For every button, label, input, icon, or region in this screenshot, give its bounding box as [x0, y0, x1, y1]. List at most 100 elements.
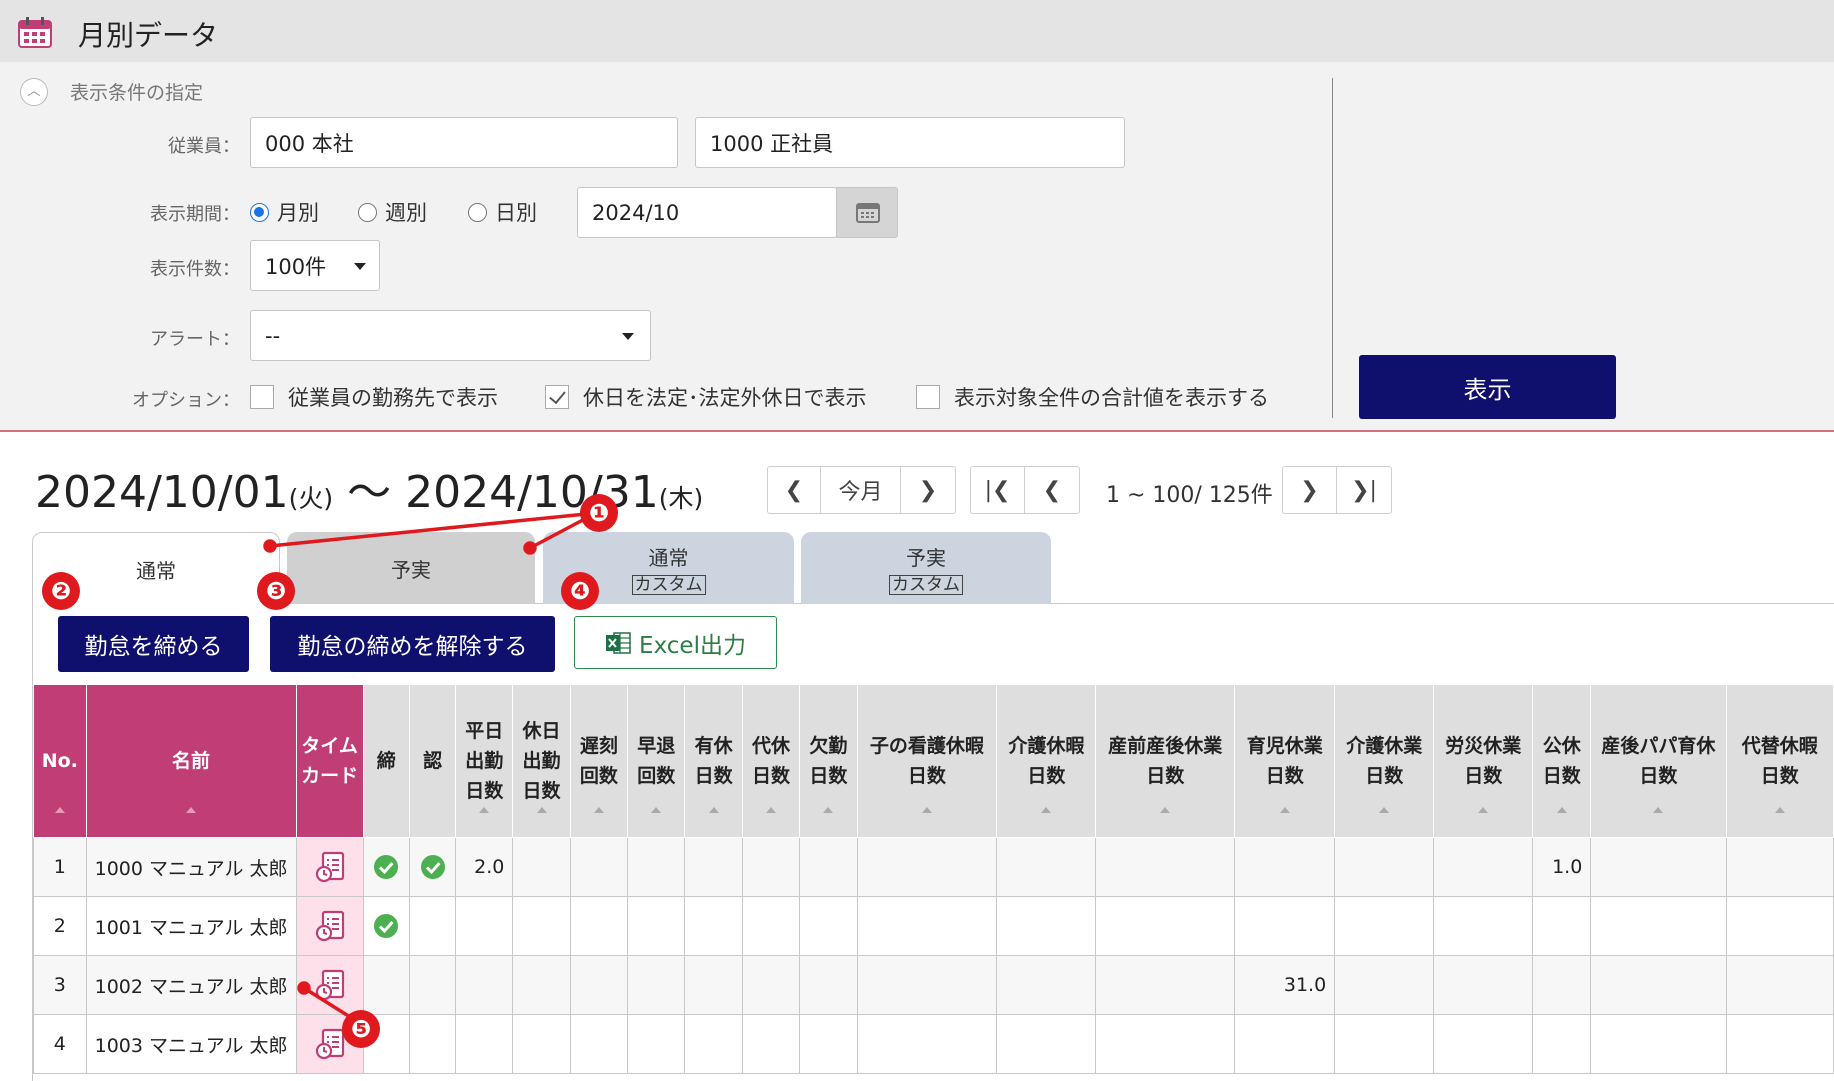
column-header[interactable]: 有休 日数	[684, 684, 743, 838]
column-header[interactable]: 公休 日数	[1532, 684, 1592, 838]
prev-page-button[interactable]: ❮	[1025, 467, 1079, 513]
column-header[interactable]: 名前	[85, 684, 297, 838]
timecard-icon	[315, 851, 344, 883]
sort-icon	[708, 807, 719, 813]
period-radio-weekly[interactable]: 週別	[358, 197, 427, 227]
check-circle-icon	[374, 914, 399, 938]
column-header[interactable]: 休日 出勤 日数	[512, 684, 571, 838]
chevron-left-icon: ❮	[1042, 477, 1062, 503]
column-header[interactable]: 産後パパ育休 日数	[1590, 684, 1727, 838]
data-cell	[856, 837, 998, 897]
column-header[interactable]: 介護休業 日数	[1334, 684, 1435, 838]
sort-icon	[479, 807, 490, 813]
chevron-down-icon	[622, 333, 634, 340]
next-month-button[interactable]: ❯	[901, 467, 955, 513]
timecard-cell[interactable]	[295, 896, 364, 956]
row-number: 2	[33, 896, 87, 956]
sort-icon	[186, 807, 197, 813]
collapse-toggle-icon[interactable]: ︿	[20, 78, 48, 106]
close-attendance-button[interactable]: 勤怠を締める	[58, 616, 249, 672]
column-header[interactable]: 締	[362, 684, 410, 838]
month-pager: ❮ 今月 ❯	[767, 466, 956, 514]
first-page-button[interactable]: |❮	[971, 467, 1025, 513]
table-row[interactable]: 4 1003 マニュアル 太郎	[33, 1014, 1834, 1074]
tab-plan-actual[interactable]: 予実	[287, 532, 535, 604]
period-radio-monthly[interactable]: 月別	[250, 197, 319, 227]
period-month-input[interactable]: 2024/10	[577, 187, 837, 238]
data-cell	[741, 837, 801, 897]
table-row[interactable]: 1 1000 マニュアル 太郎 2.0 1.0	[33, 837, 1834, 897]
approved-status	[408, 896, 457, 956]
table-row[interactable]: 2 1001 マニュアル 太郎	[33, 896, 1834, 956]
column-header[interactable]: 子の看護休暇 日数	[856, 684, 998, 838]
data-cell	[455, 1014, 514, 1074]
sort-icon	[651, 807, 662, 813]
column-header[interactable]: 産前産後休業 日数	[1095, 684, 1236, 838]
alert-select[interactable]: --	[250, 310, 651, 361]
show-button[interactable]: 表示	[1359, 355, 1616, 419]
data-cell	[1725, 837, 1834, 897]
page-title: 月別データ	[78, 19, 219, 52]
column-header[interactable]: 育児休業 日数	[1234, 684, 1336, 838]
count-select[interactable]: 100件	[250, 240, 380, 291]
prev-month-button[interactable]: ❮	[768, 467, 821, 513]
table-row[interactable]: 3 1002 マニュアル 太郎 31.0	[33, 955, 1834, 1015]
column-header[interactable]: 代休 日数	[741, 684, 801, 838]
column-header[interactable]: 労災休業 日数	[1433, 684, 1534, 838]
data-cell	[1334, 955, 1435, 1015]
chevron-right-icon: ❯	[1300, 477, 1319, 503]
this-month-button[interactable]: 今月	[821, 467, 901, 513]
record-pager-right: ❯ ❯|	[1282, 466, 1392, 514]
column-header[interactable]: 認	[408, 684, 457, 838]
option-checkbox-workplace[interactable]: 従業員の勤務先で表示	[250, 382, 498, 412]
calendar-picker-button[interactable]	[836, 187, 898, 238]
timecard-cell[interactable]	[295, 955, 364, 1015]
column-header[interactable]: 早退 回数	[627, 684, 686, 838]
sort-icon	[1653, 807, 1664, 813]
column-header[interactable]: タイム カード	[295, 684, 364, 838]
employee-name[interactable]: 1001 マニュアル 太郎	[85, 896, 297, 956]
data-cell: 1.0	[1532, 837, 1592, 897]
data-cell	[512, 837, 571, 897]
unclose-attendance-button[interactable]: 勤怠の締めを解除する	[270, 616, 555, 672]
column-header[interactable]: 遅刻 回数	[569, 684, 629, 838]
employee-name[interactable]: 1000 マニュアル 太郎	[85, 837, 297, 897]
timecard-cell[interactable]	[295, 837, 364, 897]
column-header[interactable]: 欠勤 日数	[799, 684, 858, 838]
data-cell	[1095, 896, 1236, 956]
data-cell	[684, 896, 743, 956]
annotation-badge-3: ❸	[257, 572, 295, 610]
excel-icon	[606, 631, 631, 654]
data-cell	[1234, 896, 1336, 956]
data-cell	[627, 955, 686, 1015]
data-cell	[1433, 1014, 1534, 1074]
last-page-button[interactable]: ❯|	[1337, 467, 1391, 513]
approved-status	[408, 1014, 457, 1074]
check-circle-icon	[374, 855, 399, 879]
data-cell	[569, 955, 629, 1015]
tab-plan-actual-custom[interactable]: 予実 カスタム	[801, 532, 1051, 604]
column-header[interactable]: No.	[33, 684, 87, 838]
data-cell	[1725, 955, 1834, 1015]
employee-office-field[interactable]: 000 本社	[250, 117, 678, 168]
employee-type-field[interactable]: 1000 正社員	[695, 117, 1125, 168]
data-cell	[799, 896, 858, 956]
data-cell	[1590, 1014, 1727, 1074]
excel-export-button[interactable]: Excel出力	[574, 616, 777, 669]
closed-status	[362, 896, 410, 956]
column-header[interactable]: 代替休暇 日数	[1725, 684, 1834, 838]
employee-name[interactable]: 1002 マニュアル 太郎	[85, 955, 297, 1015]
period-radio-daily[interactable]: 日別	[468, 197, 537, 227]
column-header[interactable]: 平日 出勤 日数	[455, 684, 514, 838]
next-page-button[interactable]: ❯	[1283, 467, 1337, 513]
column-header[interactable]: 介護休暇 日数	[996, 684, 1097, 838]
employee-name[interactable]: 1003 マニュアル 太郎	[85, 1014, 297, 1074]
condition-section-label: 表示条件の指定	[70, 82, 204, 104]
sort-icon	[1774, 807, 1785, 813]
option-checkbox-legal-holiday[interactable]: 休日を法定･法定外休日で表示	[545, 382, 867, 412]
option-checkbox-total[interactable]: 表示対象全件の合計値を表示する	[916, 382, 1269, 412]
data-cell	[996, 896, 1097, 956]
chevron-left-icon: ❮	[784, 477, 804, 503]
sort-icon	[1379, 807, 1390, 813]
data-cell	[627, 896, 686, 956]
